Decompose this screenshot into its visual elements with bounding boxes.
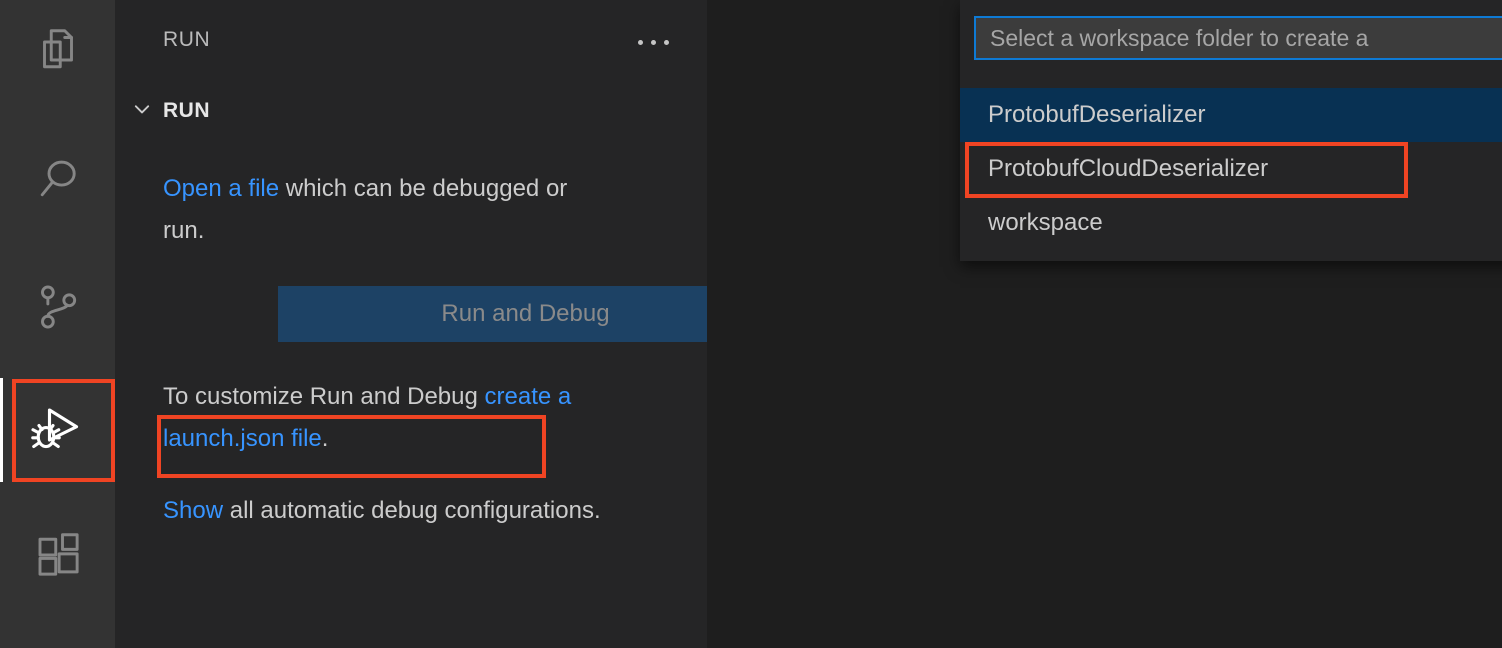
quick-pick-input[interactable]: Select a workspace folder to create a [974,16,1502,60]
quick-pick-item-protobuf-deserializer[interactable]: ProtobufDeserializer [960,88,1502,142]
chevron-down-icon [131,98,153,125]
customize-text: To customize Run and Debug [163,383,485,410]
show-link[interactable]: Show [163,497,223,524]
quick-pick-item-label: ProtobufCloudDeserializer [988,155,1269,182]
search-icon [31,152,85,206]
activity-bar-item-search[interactable] [0,128,115,230]
sidebar-title: RUN [163,28,211,51]
activity-bar-item-source-control[interactable] [0,256,115,358]
ellipsis-icon[interactable] [623,22,683,62]
run-and-debug-button-label: Run and Debug [441,300,610,327]
activity-bar-item-explorer[interactable] [0,0,115,102]
vscode-window: RUN RUN Open a file which can be debugge… [0,0,1502,648]
activity-bar-active-indicator [0,378,3,482]
quick-pick-widget: Select a workspace folder to create a Pr… [960,0,1502,261]
source-control-icon [31,280,85,334]
quick-pick-list: ProtobufDeserializer ProtobufCloudDeseri… [960,88,1502,250]
quick-pick-item-protobuf-cloud-deserializer[interactable]: ProtobufCloudDeserializer [960,142,1502,196]
welcome-customize-paragraph: To customize Run and Debug create a laun… [163,376,613,460]
activity-bar-item-extensions[interactable] [0,504,115,606]
extensions-icon [31,528,85,582]
run-section-header[interactable]: RUN [131,94,210,128]
run-and-debug-button[interactable]: Run and Debug [278,286,773,342]
run-and-debug-sidebar: RUN RUN Open a file which can be debugge… [115,0,773,648]
activity-bar [0,0,115,648]
show-rest-text: all automatic debug configurations. [223,497,601,524]
run-and-debug-icon [28,399,88,459]
quick-pick-placeholder: Select a workspace folder to create a [990,24,1369,51]
quick-pick-item-label: workspace [988,209,1103,236]
files-icon [31,24,85,78]
quick-pick-item-workspace[interactable]: workspace [960,196,1502,250]
welcome-show-configurations-paragraph: Show all automatic debug configurations. [163,490,613,532]
activity-bar-item-run-and-debug[interactable] [0,378,115,480]
customize-period: . [321,425,329,452]
ellipsis-dot-2 [650,39,656,45]
welcome-open-file-paragraph: Open a file which can be debugged or run… [163,168,613,252]
run-section-label: RUN [163,99,210,122]
ellipsis-dot-3 [663,39,669,45]
quick-pick-item-label: ProtobufDeserializer [988,101,1206,128]
ellipsis-dot-1 [637,39,643,45]
open-a-file-link[interactable]: Open a file [163,175,279,202]
